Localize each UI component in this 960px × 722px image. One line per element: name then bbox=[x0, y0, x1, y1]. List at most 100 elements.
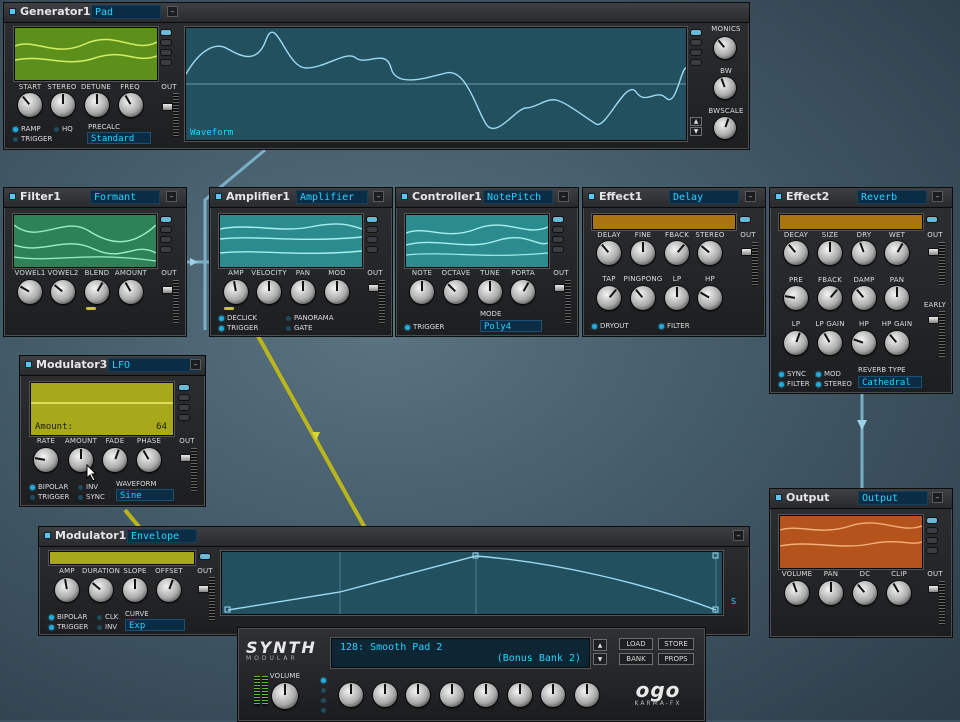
clip-knob[interactable] bbox=[887, 581, 911, 605]
start-knob[interactable] bbox=[18, 93, 42, 117]
hp-gain-knob[interactable] bbox=[885, 331, 909, 355]
lp-knob[interactable] bbox=[665, 286, 689, 310]
stereo-checkbox[interactable] bbox=[816, 382, 821, 387]
note-knob[interactable] bbox=[410, 280, 434, 304]
pingpong-knob[interactable] bbox=[631, 286, 655, 310]
module-header[interactable]: Output Output – bbox=[770, 489, 952, 509]
load-button[interactable]: LOAD bbox=[619, 638, 653, 650]
offset-knob[interactable] bbox=[157, 578, 181, 602]
amplifier-module[interactable]: Amplifier1 Amplifier – AMP VELOCITY PAN … bbox=[209, 187, 393, 337]
slope-knob[interactable] bbox=[123, 578, 147, 602]
hp-knob[interactable] bbox=[852, 331, 876, 355]
module-preset-field[interactable]: Amplifier bbox=[296, 190, 368, 204]
macro-led[interactable] bbox=[321, 698, 326, 703]
preset-display[interactable]: 128: Smooth Pad 2 (Bonus Bank 2) bbox=[331, 638, 590, 668]
module-preset-field[interactable]: Output bbox=[858, 491, 928, 505]
filter-checkbox[interactable] bbox=[779, 382, 784, 387]
module-preset-field[interactable]: NotePitch bbox=[483, 190, 553, 204]
wet-knob[interactable] bbox=[885, 241, 909, 265]
output-fader[interactable] bbox=[741, 248, 752, 256]
stereo-knob[interactable] bbox=[698, 241, 722, 265]
tap-knob[interactable] bbox=[597, 286, 621, 310]
inv-checkbox[interactable] bbox=[97, 625, 102, 630]
tune-knob[interactable] bbox=[478, 280, 502, 304]
macro-led[interactable] bbox=[321, 678, 326, 683]
modulator1-module[interactable]: Modulator1 Envelope – AMP DURATION SLOPE… bbox=[38, 526, 750, 636]
minimize-button[interactable]: – bbox=[167, 6, 178, 17]
bank-button[interactable]: BANK bbox=[619, 653, 653, 665]
pan-knob[interactable] bbox=[819, 581, 843, 605]
module-header[interactable]: Effect1 Delay – bbox=[583, 188, 765, 208]
fine-knob[interactable] bbox=[631, 241, 655, 265]
main-control-panel[interactable]: SYNTH MODULAR 128: Smooth Pad 2 (Bonus B… bbox=[237, 627, 706, 722]
waveform-select[interactable]: Sine bbox=[116, 489, 174, 501]
generator-module[interactable]: Generator1 Pad – Waveform ▲ ▼ START STER… bbox=[3, 2, 750, 150]
module-preset-field[interactable]: Delay bbox=[669, 190, 739, 204]
precalc-select[interactable]: Standard bbox=[87, 132, 151, 144]
mod-checkbox[interactable] bbox=[816, 372, 821, 377]
screen-buttons[interactable] bbox=[739, 216, 751, 226]
trigger-checkbox[interactable] bbox=[30, 495, 35, 500]
waveform-display[interactable]: Waveform bbox=[185, 27, 687, 141]
vowel1-knob[interactable] bbox=[18, 280, 42, 304]
module-preset-field[interactable]: Reverb bbox=[857, 190, 927, 204]
clk-checkbox[interactable] bbox=[97, 615, 102, 620]
reverb-type-select[interactable]: Cathedral bbox=[858, 376, 922, 388]
macro-knob-3[interactable] bbox=[406, 683, 430, 707]
bw-knob[interactable] bbox=[714, 77, 736, 99]
waveform-scroll-buttons[interactable] bbox=[690, 29, 702, 69]
macro-knob-7[interactable] bbox=[541, 683, 565, 707]
output-fader[interactable] bbox=[554, 284, 565, 292]
stereo-knob[interactable] bbox=[51, 93, 75, 117]
modulator3-module[interactable]: Modulator3 LFO – Amount: 64 RATE AMOUNT … bbox=[19, 355, 206, 507]
octave-knob[interactable] bbox=[444, 280, 468, 304]
store-button[interactable]: STORE bbox=[658, 638, 694, 650]
trigger-checkbox[interactable] bbox=[49, 625, 54, 630]
minimize-button[interactable]: – bbox=[166, 191, 177, 202]
dry-knob[interactable] bbox=[852, 241, 876, 265]
amp-knob[interactable] bbox=[55, 578, 79, 602]
ramp-checkbox[interactable] bbox=[13, 127, 18, 132]
module-preset-field[interactable]: Envelope bbox=[127, 529, 197, 543]
preset-down-button[interactable]: ▼ bbox=[593, 653, 607, 665]
vowel2-knob[interactable] bbox=[51, 280, 75, 304]
scroll-down-button[interactable]: ▼ bbox=[690, 127, 702, 136]
blend-knob[interactable] bbox=[85, 280, 109, 304]
output-fader[interactable] bbox=[368, 284, 379, 292]
output-fader[interactable] bbox=[928, 248, 939, 256]
module-header[interactable]: Filter1 Formant – bbox=[4, 188, 186, 208]
macro-knob-4[interactable] bbox=[440, 683, 464, 707]
sync-checkbox[interactable] bbox=[779, 372, 784, 377]
dryout-checkbox[interactable] bbox=[592, 324, 597, 329]
velocity-knob[interactable] bbox=[257, 280, 281, 304]
macro-knob-8[interactable] bbox=[575, 683, 599, 707]
decay-knob[interactable] bbox=[784, 241, 808, 265]
screen-buttons[interactable] bbox=[552, 216, 564, 256]
output-module[interactable]: Output Output – VOLUME PAN DC CLIP OUT bbox=[769, 488, 953, 638]
damp-knob[interactable] bbox=[852, 286, 876, 310]
minimize-button[interactable]: – bbox=[190, 359, 201, 370]
macro-knob-2[interactable] bbox=[373, 683, 397, 707]
module-preset-field[interactable]: Pad bbox=[91, 5, 161, 19]
porta-knob[interactable] bbox=[511, 280, 535, 304]
trigger-checkbox[interactable] bbox=[405, 325, 410, 330]
detune-knob[interactable] bbox=[85, 93, 109, 117]
bipolar-checkbox[interactable] bbox=[49, 615, 54, 620]
master-volume-knob[interactable] bbox=[272, 683, 298, 709]
volume-knob[interactable] bbox=[785, 581, 809, 605]
gate-checkbox[interactable] bbox=[286, 326, 291, 331]
size-knob[interactable] bbox=[818, 241, 842, 265]
screen-buttons[interactable] bbox=[366, 216, 378, 256]
freq-knob[interactable] bbox=[119, 93, 143, 117]
props-button[interactable]: PROPS bbox=[658, 653, 694, 665]
inv-checkbox[interactable] bbox=[78, 485, 83, 490]
dc-knob[interactable] bbox=[853, 581, 877, 605]
preset-up-button[interactable]: ▲ bbox=[593, 639, 607, 651]
macro-knob-1[interactable] bbox=[339, 683, 363, 707]
macro-knob-5[interactable] bbox=[474, 683, 498, 707]
trigger-checkbox[interactable] bbox=[219, 326, 224, 331]
panorama-checkbox[interactable] bbox=[286, 316, 291, 321]
minimize-button[interactable]: – bbox=[733, 530, 744, 541]
hp-knob[interactable] bbox=[698, 286, 722, 310]
fback-knob[interactable] bbox=[665, 241, 689, 265]
